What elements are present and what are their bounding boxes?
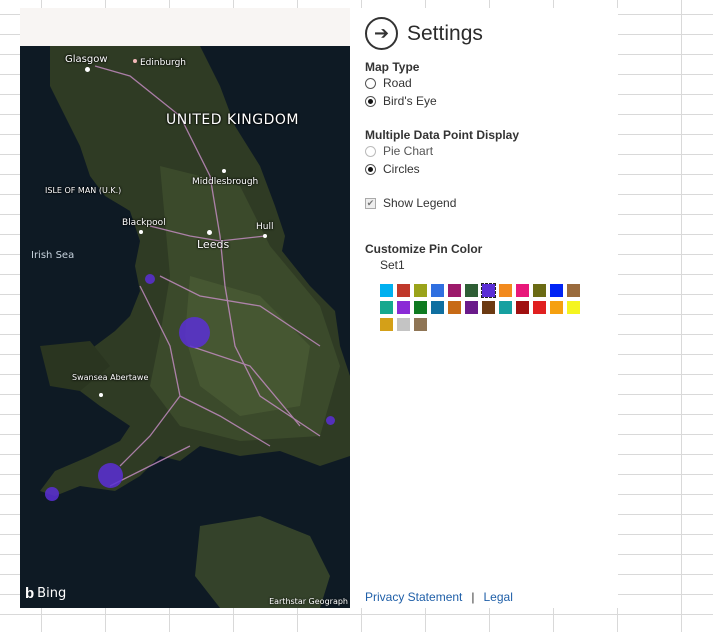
city-label-swansea: Swansea Abertawe xyxy=(72,373,149,382)
map-pin[interactable] xyxy=(326,416,335,425)
color-swatch[interactable] xyxy=(431,301,444,314)
city-label-hull: Hull xyxy=(256,222,274,232)
color-swatch[interactable] xyxy=(567,301,580,314)
city-dot-edinburgh xyxy=(133,59,137,63)
city-dot-blackpool xyxy=(139,230,143,234)
bing-icon: b xyxy=(25,585,35,602)
color-swatch[interactable] xyxy=(533,301,546,314)
color-swatch[interactable] xyxy=(414,301,427,314)
option-label: Bird's Eye xyxy=(383,94,437,108)
show-legend-option[interactable]: ✔ Show Legend xyxy=(365,196,456,210)
option-label: Show Legend xyxy=(383,196,457,210)
color-swatch[interactable] xyxy=(499,284,512,297)
color-swatch[interactable] xyxy=(397,301,410,314)
swatch-row xyxy=(380,283,610,298)
multi-point-option-circles[interactable]: Circles xyxy=(365,162,420,176)
map-type-option-road[interactable]: Road xyxy=(365,76,412,90)
city-label-middlesbrough: Middlesbrough xyxy=(192,177,259,187)
multi-point-option-pie-chart[interactable]: Pie Chart xyxy=(365,144,433,158)
map-pin[interactable] xyxy=(145,274,155,284)
color-swatch[interactable] xyxy=(567,284,580,297)
map-pin[interactable] xyxy=(179,317,210,348)
color-set-label: Set1 xyxy=(380,258,405,272)
radio-road[interactable] xyxy=(365,77,376,89)
map-copyright: Earthstar Geograph xyxy=(269,597,348,606)
city-label-glasgow: Glasgow xyxy=(65,54,108,65)
city-dot-hull xyxy=(263,234,267,238)
option-label: Circles xyxy=(383,162,420,176)
bing-logo: b Bing xyxy=(25,585,66,602)
color-swatch[interactable] xyxy=(516,301,529,314)
color-swatch[interactable] xyxy=(482,301,495,314)
settings-pane: ➔ Settings Map Type Road Bird's Eye Mult… xyxy=(365,8,618,608)
radio-circles[interactable] xyxy=(365,163,376,175)
map-settings-panel: Glasgow Edinburgh UNITED KINGDOM Middles… xyxy=(20,8,618,608)
color-swatch[interactable] xyxy=(380,284,393,297)
pin-color-label: Customize Pin Color xyxy=(365,242,483,256)
radio-pie-chart[interactable] xyxy=(365,145,376,157)
color-swatch[interactable] xyxy=(499,301,512,314)
sea-label-irish-sea: Irish Sea xyxy=(31,250,75,261)
show-legend-checkbox[interactable]: ✔ xyxy=(365,197,376,209)
back-arrow-icon[interactable]: ➔ xyxy=(365,17,398,50)
color-swatch[interactable] xyxy=(414,284,427,297)
city-dot-glasgow xyxy=(85,67,90,72)
city-dot-swansea xyxy=(99,393,103,397)
multi-point-label: Multiple Data Point Display xyxy=(365,128,520,142)
color-swatch[interactable] xyxy=(550,301,563,314)
footer-links: Privacy Statement | Legal xyxy=(365,590,513,604)
settings-header: ➔ Settings xyxy=(365,17,483,50)
color-swatch[interactable] xyxy=(414,318,427,331)
color-swatch[interactable] xyxy=(516,284,529,297)
city-dot-middlesbrough xyxy=(222,169,226,173)
map-pin[interactable] xyxy=(98,463,123,488)
color-swatch[interactable] xyxy=(481,283,496,298)
color-swatch[interactable] xyxy=(397,284,410,297)
map-type-option-birds-eye[interactable]: Bird's Eye xyxy=(365,94,437,108)
color-swatch[interactable] xyxy=(448,301,461,314)
color-swatch-grid xyxy=(380,283,610,335)
option-label: Pie Chart xyxy=(383,144,434,158)
color-swatch[interactable] xyxy=(397,318,410,331)
color-swatch[interactable] xyxy=(465,301,478,314)
swatch-row xyxy=(380,301,610,314)
color-swatch[interactable] xyxy=(431,284,444,297)
color-swatch[interactable] xyxy=(550,284,563,297)
city-label-blackpool: Blackpool xyxy=(122,218,166,228)
color-swatch[interactable] xyxy=(380,301,393,314)
city-label-leeds: Leeds xyxy=(197,238,230,251)
map-type-label: Map Type xyxy=(365,60,420,74)
footer-separator: | xyxy=(471,590,475,604)
bing-label: Bing xyxy=(37,586,67,601)
region-label-isle-of-man: ISLE OF MAN (U.K.) xyxy=(45,186,122,195)
country-label: UNITED KINGDOM xyxy=(166,112,299,128)
swatch-row xyxy=(380,318,610,331)
map-top-bar xyxy=(20,8,350,46)
settings-title: Settings xyxy=(407,21,483,45)
map-pin[interactable] xyxy=(45,487,59,501)
color-swatch[interactable] xyxy=(448,284,461,297)
radio-birds-eye[interactable] xyxy=(365,95,376,107)
map-view[interactable]: Glasgow Edinburgh UNITED KINGDOM Middles… xyxy=(20,46,350,608)
option-label: Road xyxy=(383,76,412,90)
color-swatch[interactable] xyxy=(380,318,393,331)
color-swatch[interactable] xyxy=(533,284,546,297)
legal-link[interactable]: Legal xyxy=(484,590,513,604)
color-swatch[interactable] xyxy=(465,284,478,297)
city-dot-leeds xyxy=(207,230,212,235)
city-label-edinburgh: Edinburgh xyxy=(140,58,186,68)
privacy-statement-link[interactable]: Privacy Statement xyxy=(365,590,462,604)
